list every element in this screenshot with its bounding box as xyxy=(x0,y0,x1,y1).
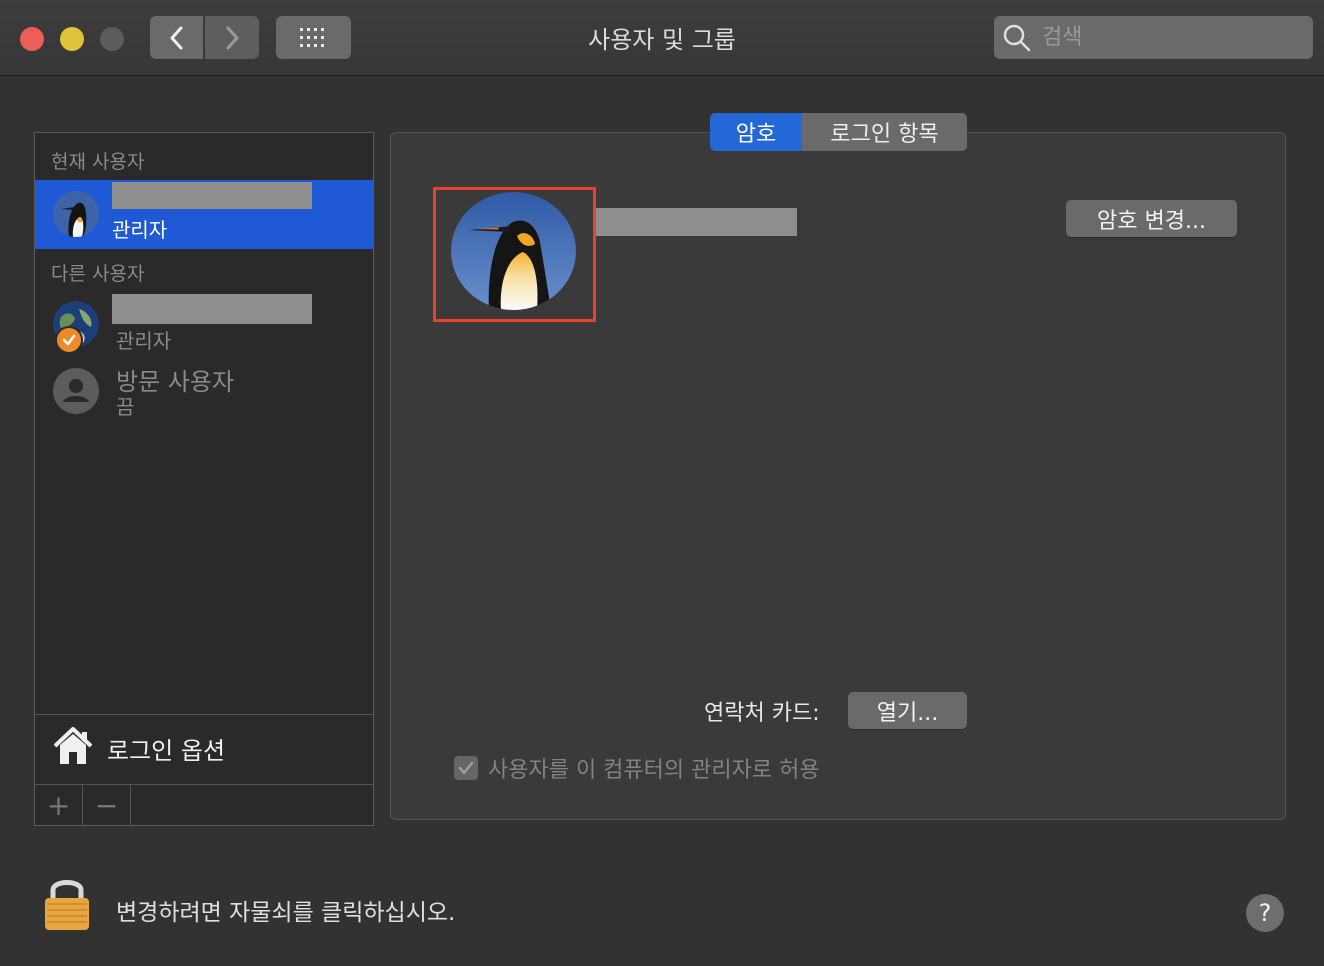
tab-password[interactable]: 암호 xyxy=(710,113,802,151)
login-options-label: 로그인 옵션 xyxy=(107,737,226,765)
users-sidebar: 현재 사용자 관리자 다른 사용자 관리자 방문 사용자 끔 로그인 옵션 + … xyxy=(34,132,374,826)
contact-card-label: 연락처 카드: xyxy=(704,701,820,726)
allow-admin-checkbox[interactable] xyxy=(454,756,478,780)
generic-user-icon xyxy=(53,368,99,414)
redacted-username xyxy=(112,294,312,324)
search-icon xyxy=(1003,24,1031,51)
house-icon xyxy=(53,727,93,764)
guest-user-status: 끔 xyxy=(116,395,135,419)
add-user-button[interactable]: + xyxy=(35,785,83,825)
login-options-row[interactable]: 로그인 옵션 xyxy=(35,714,373,785)
tab-bar: 암호 로그인 항목 xyxy=(710,113,967,151)
search-field[interactable] xyxy=(994,16,1313,59)
checkmark-icon xyxy=(458,761,474,775)
current-user-header: 현재 사용자 xyxy=(51,151,145,173)
help-button[interactable]: ? xyxy=(1246,894,1284,932)
user-picture[interactable] xyxy=(451,192,576,310)
lock-icon[interactable] xyxy=(43,874,91,932)
title-bar: 사용자 및 그룹 xyxy=(0,0,1324,76)
open-contact-card-button[interactable]: 열기... xyxy=(848,692,967,729)
allow-admin-label: 사용자를 이 컴퓨터의 관리자로 허용 xyxy=(488,758,820,783)
other-user-role: 관리자 xyxy=(116,329,172,353)
other-user-row[interactable]: 관리자 xyxy=(35,291,373,354)
remove-user-button[interactable]: − xyxy=(83,785,131,825)
redacted-username xyxy=(112,182,312,209)
other-users-header: 다른 사용자 xyxy=(51,263,145,285)
change-password-button[interactable]: 암호 변경... xyxy=(1066,200,1237,237)
guest-user-row[interactable]: 방문 사용자 끔 xyxy=(35,359,373,421)
penguin-avatar xyxy=(53,191,99,237)
current-user-role: 관리자 xyxy=(112,218,168,242)
admin-badge-icon xyxy=(55,326,83,354)
allow-admin-option: 사용자를 이 컴퓨터의 관리자로 허용 xyxy=(454,752,820,784)
lock-message: 변경하려면 자물쇠를 클릭하십시오. xyxy=(116,900,456,926)
redacted-full-name xyxy=(596,208,797,236)
search-input[interactable] xyxy=(1040,24,1294,51)
add-remove-bar: + − xyxy=(35,784,373,825)
tab-login-items[interactable]: 로그인 항목 xyxy=(802,113,967,151)
current-user-row[interactable]: 관리자 xyxy=(35,180,373,249)
